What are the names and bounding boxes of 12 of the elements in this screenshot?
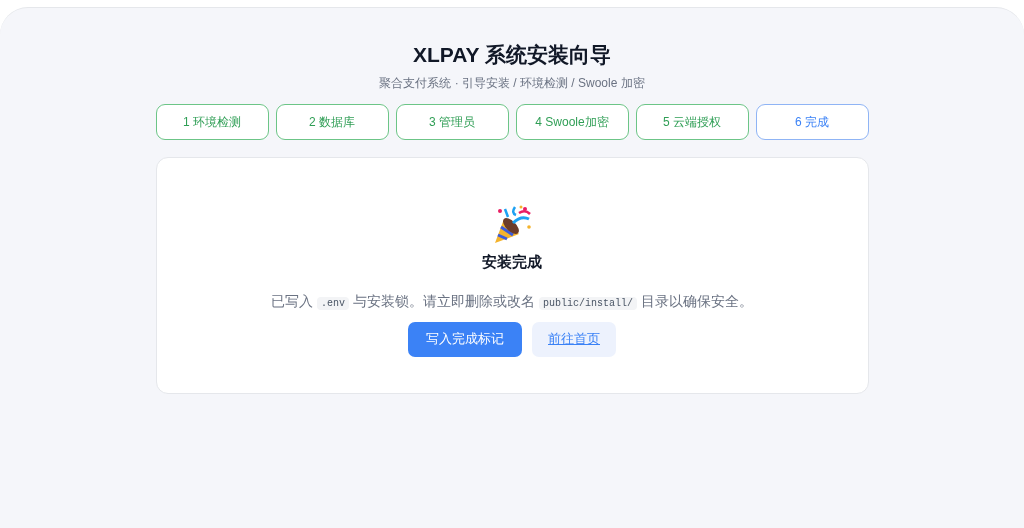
card-heading: 安装完成 — [482, 252, 542, 272]
page-title: XLPAY 系统安装向导 — [413, 42, 611, 68]
step-tab[interactable]: 2 数据库 — [275, 104, 389, 140]
page-subtitle: 聚合支付系统 · 引导安装 / 环境检测 / Swoole 加密 — [379, 75, 645, 92]
step-tab[interactable]: 5 云端授权 — [635, 104, 749, 140]
step-tab[interactable]: 3 管理员 — [395, 104, 509, 140]
step-tab[interactable]: 6 完成 — [755, 104, 869, 140]
home-link-button[interactable]: 前往首页 — [532, 321, 616, 357]
step-tab[interactable]: 4 Swoole加密 — [515, 104, 629, 140]
message-text: 已写入 .env 与安装锁。请立即删除或改名 public/install/ 目录以确保安全。 — [271, 291, 753, 312]
mark-complete-button[interactable]: 写入完成标记 — [408, 321, 522, 357]
step-tab[interactable]: 1 环境检测 — [155, 104, 269, 140]
